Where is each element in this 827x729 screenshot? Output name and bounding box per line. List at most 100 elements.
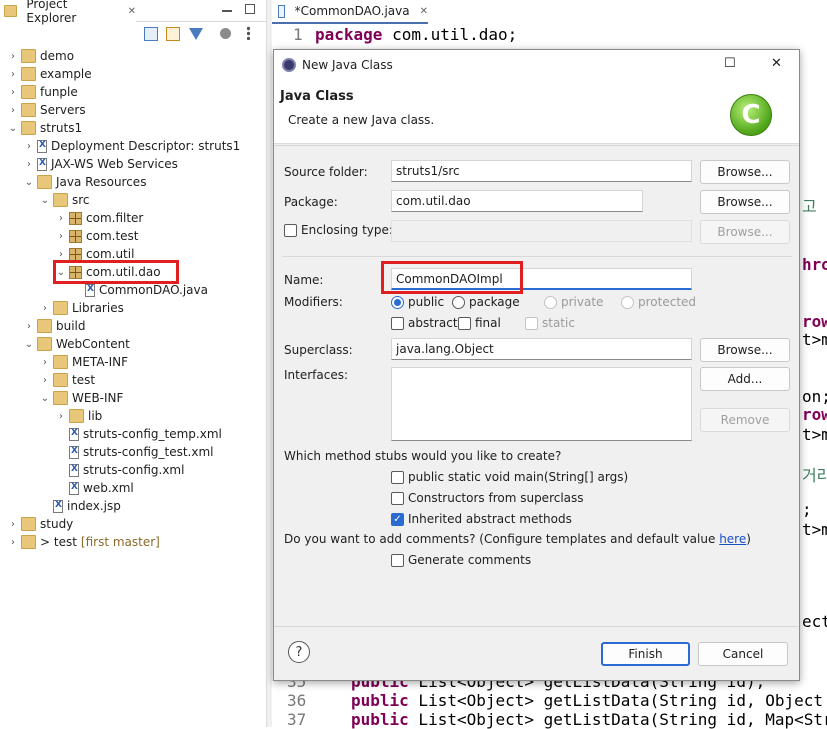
tree-item[interactable]: › test (40, 371, 95, 389)
checkbox[interactable] (391, 316, 404, 330)
radio[interactable] (452, 295, 465, 309)
radio[interactable] (391, 295, 404, 309)
chevron-icon[interactable]: › (40, 371, 50, 389)
browse-source-button[interactable]: Browse... (700, 160, 790, 184)
chevron-icon[interactable]: › (56, 407, 66, 425)
package-icon (69, 211, 82, 225)
tree-item[interactable]: › Servers (8, 101, 86, 119)
tree-item[interactable]: › com.filter (56, 209, 143, 227)
chevron-icon[interactable]: › (8, 101, 18, 119)
maximize-icon[interactable] (245, 4, 255, 14)
chevron-icon[interactable]: › (24, 317, 34, 335)
stub-inherited-checkbox[interactable]: ✓ Inherited abstract methods (391, 512, 572, 526)
stub-constructors-checkbox[interactable]: Constructors from superclass (391, 491, 584, 505)
generate-comments-checkbox[interactable]: Generate comments (391, 553, 531, 567)
modifier-package-radio[interactable]: package (452, 295, 520, 309)
project-explorer-icon (4, 5, 18, 17)
tree-item[interactable]: ⌄ WEB-INF (40, 389, 123, 407)
working-set-icon[interactable] (220, 28, 231, 39)
tree-item[interactable]: › Deployment Descriptor: struts1 (24, 137, 240, 155)
filter-icon[interactable] (189, 28, 203, 40)
enclosing-type-checkbox[interactable]: Enclosing type: (284, 223, 393, 237)
tree-item[interactable]: › study (8, 515, 73, 533)
checkbox[interactable] (391, 491, 404, 505)
chevron-icon[interactable]: ⌄ (24, 335, 34, 353)
chevron-icon[interactable]: › (8, 47, 18, 65)
close-icon[interactable]: ✕ (128, 6, 136, 17)
chevron-icon[interactable]: › (40, 299, 50, 317)
tab-commondao-java[interactable]: *CommonDAO.java ✕ (272, 0, 428, 24)
code-fragment: rows (802, 312, 827, 331)
tree-item[interactable]: › > test [first master] (8, 533, 160, 551)
finish-button[interactable]: Finish (601, 642, 690, 666)
chevron-icon[interactable]: › (8, 515, 18, 533)
tree-item[interactable]: struts-config_test.xml (56, 443, 214, 461)
tree-item[interactable]: index.jsp (40, 497, 121, 515)
view-menu-icon[interactable] (247, 26, 250, 40)
source-folder-field[interactable]: struts1/src (391, 160, 692, 182)
checkbox-checked[interactable]: ✓ (391, 512, 404, 526)
modifier-abstract-label: abstract (408, 316, 458, 330)
modifier-final-checkbox[interactable]: final (458, 316, 501, 330)
chevron-icon[interactable]: ⌄ (8, 119, 18, 137)
tree-item-label: build (56, 319, 86, 333)
help-button[interactable]: ? (288, 641, 310, 663)
tree-item[interactable]: › demo (8, 47, 74, 65)
xml-icon (69, 445, 79, 459)
chevron-icon[interactable]: › (8, 65, 18, 83)
srcfolder-icon (53, 193, 68, 207)
checkbox[interactable] (458, 316, 471, 330)
tree-item[interactable]: › META-INF (40, 353, 128, 371)
minimize-icon[interactable] (222, 10, 232, 12)
modifier-abstract-checkbox[interactable]: abstract (391, 316, 458, 330)
tree-item[interactable]: struts-config_temp.xml (56, 425, 222, 443)
link-with-editor-icon[interactable] (166, 27, 180, 41)
tree-item[interactable]: › JAX-WS Web Services (24, 155, 178, 173)
stub-main-checkbox[interactable]: public static void main(String[] args) (391, 470, 628, 484)
interfaces-list[interactable] (391, 367, 692, 441)
java-file-icon (278, 4, 285, 18)
chevron-icon[interactable]: › (8, 83, 18, 101)
tree-item[interactable]: ⌄ src (40, 191, 90, 209)
line-number: 1 (293, 25, 303, 44)
tree-item[interactable]: ⌄ WebContent (24, 335, 130, 353)
package-field[interactable]: com.util.dao (391, 190, 643, 212)
tab-project-explorer[interactable]: Project Explorer ✕ (0, 0, 136, 25)
browse-superclass-button[interactable]: Browse... (700, 338, 790, 362)
tree-item[interactable]: › lib (56, 407, 102, 425)
chevron-icon[interactable]: › (56, 209, 66, 227)
tree-item[interactable]: › Libraries (40, 299, 124, 317)
chevron-icon[interactable]: ⌄ (40, 191, 50, 209)
tree-item[interactable]: › build (24, 317, 86, 335)
tree-item[interactable]: ⌄ Java Resources (24, 173, 146, 191)
cancel-button[interactable]: Cancel (698, 642, 788, 666)
modifier-package-label: package (469, 295, 520, 309)
superclass-field[interactable]: java.lang.Object (391, 338, 692, 360)
tree-item[interactable]: ⌄ struts1 (8, 119, 82, 137)
tree-item[interactable]: web.xml (56, 479, 134, 497)
chevron-icon[interactable]: › (40, 353, 50, 371)
close-button[interactable]: ✕ (771, 56, 782, 71)
configure-templates-link[interactable]: here (719, 532, 746, 546)
tree-item[interactable]: › com.test (56, 227, 139, 245)
collapse-all-icon[interactable] (144, 27, 158, 41)
chevron-icon[interactable]: › (24, 137, 34, 155)
tree-item-label: com.test (86, 229, 139, 243)
chevron-icon[interactable]: › (8, 533, 18, 551)
close-icon[interactable]: ✕ (420, 6, 428, 17)
checkbox[interactable] (284, 223, 297, 237)
tree-item[interactable]: › funple (8, 83, 78, 101)
chevron-icon[interactable]: › (56, 227, 66, 245)
folder-icon (53, 373, 68, 387)
tree-item[interactable]: struts-config.xml (56, 461, 184, 479)
chevron-icon[interactable]: ⌄ (40, 389, 50, 407)
maximize-button[interactable]: ☐ (724, 56, 736, 71)
chevron-icon[interactable]: › (24, 155, 34, 173)
modifier-public-radio[interactable]: public (391, 295, 444, 309)
add-interface-button[interactable]: Add... (700, 367, 790, 391)
tree-item[interactable]: › example (8, 65, 92, 83)
checkbox[interactable] (391, 553, 404, 567)
chevron-icon[interactable]: ⌄ (24, 173, 34, 191)
checkbox[interactable] (391, 470, 404, 484)
browse-package-button[interactable]: Browse... (700, 190, 790, 214)
